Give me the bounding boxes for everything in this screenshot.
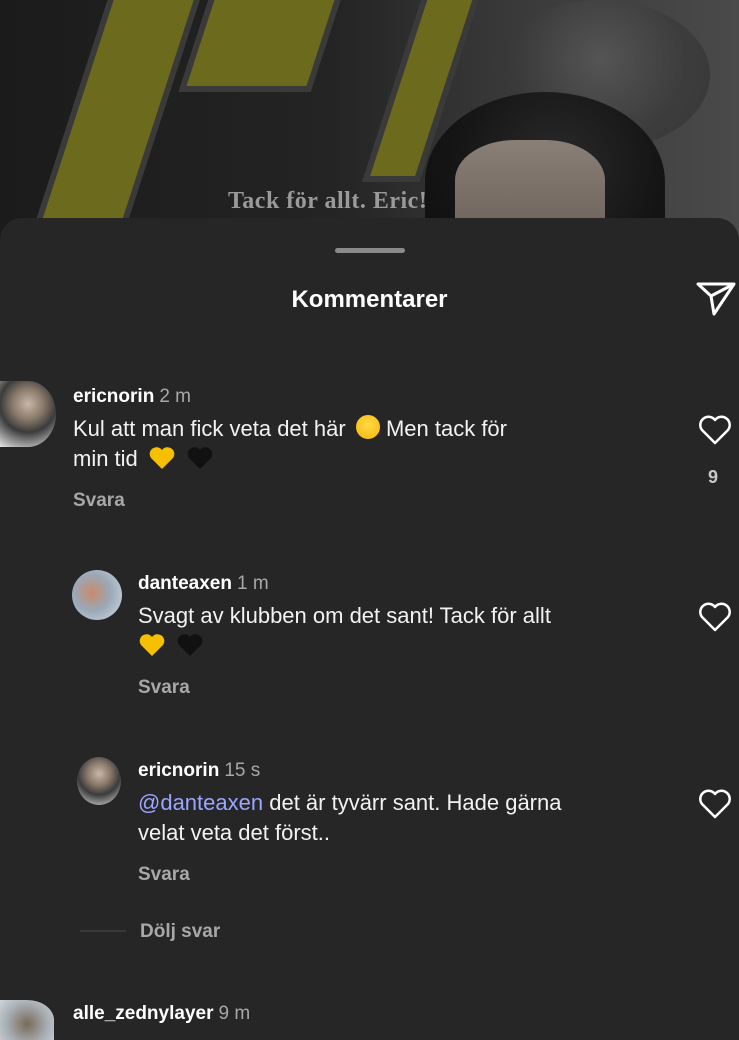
- comment-username[interactable]: danteaxen 1 m: [138, 573, 269, 595]
- comment-username[interactable]: ericnorin 2 m: [73, 386, 191, 408]
- comment-username[interactable]: alle_zednylayer 9 m: [73, 1003, 250, 1025]
- video-preview: Tack för allt. Eric!: [0, 0, 739, 240]
- comment-text: @danteaxen det är tyvärr sant. Hade gärn…: [138, 790, 562, 845]
- comment-time: 15 s: [224, 760, 261, 781]
- drag-handle[interactable]: [335, 248, 405, 253]
- black-heart-icon: [187, 447, 213, 469]
- like-heart-icon[interactable]: [698, 789, 732, 819]
- laughing-emoji-icon: [355, 415, 380, 439]
- comment-text: Svagt av klubben om det sant! Tack för a…: [138, 601, 551, 661]
- yellow-heart-icon: [149, 447, 175, 469]
- reply-button[interactable]: Svara: [73, 490, 125, 512]
- yellow-heart-icon: [139, 634, 165, 656]
- comment-username[interactable]: ericnorin 15 s: [138, 760, 260, 782]
- reply-button[interactable]: Svara: [138, 677, 190, 699]
- comment-time: 2 m: [159, 386, 191, 407]
- black-heart-icon: [177, 634, 203, 656]
- reply-button[interactable]: Svara: [138, 864, 190, 886]
- comment-text: Kul att man fick veta det här Men tack f…: [73, 415, 507, 471]
- like-heart-icon[interactable]: [698, 602, 732, 632]
- avatar[interactable]: [77, 757, 121, 805]
- avatar[interactable]: [0, 381, 56, 447]
- avatar[interactable]: [72, 570, 122, 620]
- video-caption: Tack för allt. Eric!: [228, 188, 428, 214]
- sheet-title: Kommentarer: [291, 286, 448, 313]
- like-count: 9: [708, 467, 719, 487]
- comment-time: 9 m: [218, 1003, 251, 1024]
- divider: [80, 930, 126, 932]
- mention-link[interactable]: @danteaxen: [138, 790, 263, 815]
- send-icon[interactable]: [694, 276, 738, 320]
- hide-replies-button[interactable]: Dölj svar: [140, 921, 220, 943]
- comment-time: 1 m: [236, 573, 269, 594]
- comments-sheet: Kommentarer ericnorin 2 m Kul att man fic…: [0, 218, 739, 1040]
- like-heart-icon[interactable]: [698, 415, 732, 445]
- avatar[interactable]: [0, 1000, 54, 1040]
